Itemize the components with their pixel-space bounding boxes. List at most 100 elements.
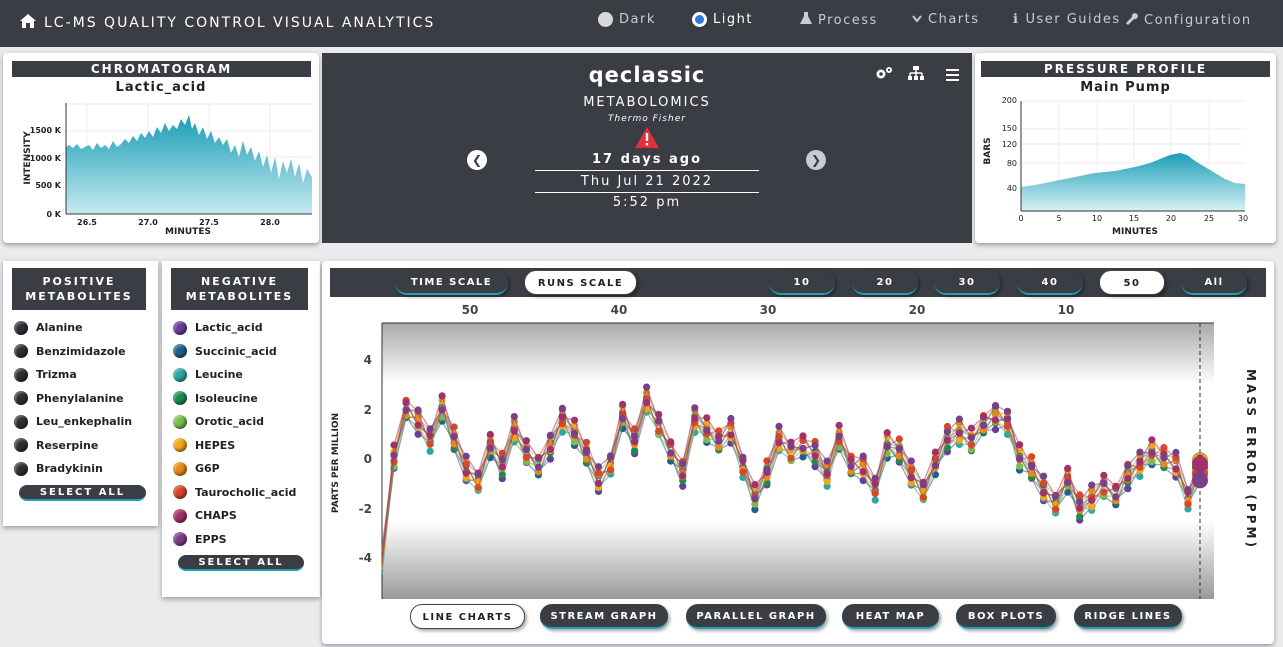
settings-cogs-icon[interactable] (875, 65, 893, 84)
series-point[interactable] (450, 433, 458, 441)
series-point[interactable] (607, 452, 615, 460)
negative-metabolite-item[interactable]: CHAPS (173, 504, 320, 528)
series-point[interactable] (1124, 462, 1132, 470)
series-point[interactable] (1184, 500, 1192, 508)
positive-metabolite-item[interactable]: Alanine (14, 316, 158, 340)
series-point[interactable] (402, 399, 410, 407)
series-point[interactable] (955, 429, 964, 437)
series-point[interactable] (498, 471, 506, 479)
series-point[interactable] (835, 432, 843, 440)
series-point[interactable] (438, 392, 446, 400)
series-point[interactable] (643, 399, 651, 407)
series-point[interactable] (1124, 475, 1132, 483)
theme-light-option[interactable]: Light (692, 12, 753, 27)
chart-tab-ridge-lines[interactable]: RIDGE LINES (1074, 604, 1182, 629)
series-point[interactable] (522, 445, 530, 453)
series-point[interactable] (607, 466, 615, 474)
series-point[interactable] (1148, 458, 1156, 466)
series-point[interactable] (931, 461, 940, 470)
series-point[interactable] (859, 452, 867, 460)
series-point[interactable] (1160, 460, 1168, 468)
series-point[interactable] (895, 444, 903, 452)
series-point[interactable] (594, 479, 603, 488)
negative-metabolite-item[interactable]: G6P (173, 457, 320, 481)
series-point[interactable] (727, 431, 735, 439)
series-point[interactable] (931, 448, 940, 456)
series-point[interactable] (1064, 464, 1072, 472)
chart-tab-parallel-graph[interactable]: PARALLEL GRAPH (686, 604, 826, 629)
series-point[interactable] (1016, 454, 1024, 462)
chart-tab-box-plots[interactable]: BOX PLOTS (956, 604, 1056, 629)
series-point[interactable] (703, 426, 711, 434)
negative-metabolite-item[interactable]: Succinic_acid (173, 340, 320, 364)
series-point[interactable] (486, 444, 494, 452)
series-point[interactable] (991, 416, 1000, 424)
series-point[interactable] (390, 451, 398, 459)
series-point[interactable] (895, 435, 903, 443)
series-point[interactable] (787, 443, 795, 451)
series-point[interactable] (474, 483, 482, 492)
series-point[interactable] (799, 432, 807, 440)
series-point[interactable] (1100, 488, 1108, 496)
series-point[interactable] (1148, 449, 1156, 457)
series-point[interactable] (643, 383, 651, 391)
series-point[interactable] (1172, 448, 1180, 456)
series-point[interactable] (715, 437, 723, 445)
series-point[interactable] (546, 431, 554, 440)
series-point[interactable] (438, 406, 446, 414)
positive-metabolite-item[interactable]: Phenylalanine (14, 387, 158, 411)
series-point[interactable] (967, 434, 976, 442)
series-point[interactable] (991, 402, 1000, 410)
negative-metabolite-item[interactable]: Orotic_acid (173, 410, 320, 434)
latest-run-point[interactable] (1192, 472, 1208, 489)
series-point[interactable] (979, 413, 988, 421)
negative-metabolite-item[interactable]: HEPES (173, 434, 320, 458)
series-point[interactable] (811, 452, 819, 460)
series-point[interactable] (919, 493, 927, 501)
series-point[interactable] (1136, 458, 1144, 466)
series-point[interactable] (1076, 513, 1084, 521)
series-point[interactable] (426, 447, 434, 455)
menu-icon[interactable] (946, 66, 959, 85)
series-point[interactable] (967, 441, 976, 449)
series-point[interactable] (510, 413, 518, 421)
series-point[interactable] (871, 489, 879, 497)
positive-metabolite-item[interactable]: Bradykinin (14, 457, 158, 481)
series-point[interactable] (1112, 493, 1120, 501)
negative-select-all-button[interactable]: SELECT ALL (178, 555, 304, 571)
negative-metabolite-item[interactable]: Isoleucine (173, 387, 320, 411)
series-point[interactable] (462, 469, 470, 477)
series-point[interactable] (823, 457, 831, 465)
series-point[interactable] (727, 414, 735, 423)
negative-metabolite-item[interactable]: Taurocholic_acid (173, 481, 320, 505)
series-point[interactable] (414, 421, 422, 429)
negative-metabolite-item[interactable]: EPPS (173, 528, 320, 552)
series-point[interactable] (570, 416, 579, 424)
series-point[interactable] (1040, 472, 1048, 480)
series-point[interactable] (691, 404, 699, 412)
series-point[interactable] (1064, 478, 1072, 487)
series-point[interactable] (1160, 454, 1168, 462)
series-point[interactable] (546, 445, 554, 453)
chart-tab-heat-map[interactable]: HEAT MAP (842, 604, 939, 629)
series-point[interactable] (1184, 486, 1192, 494)
series-point[interactable] (414, 406, 422, 414)
series-point[interactable] (1088, 496, 1096, 504)
series-point[interactable] (1040, 489, 1048, 497)
series-point[interactable] (679, 472, 687, 480)
series-point[interactable] (991, 426, 1000, 434)
series-point[interactable] (1076, 504, 1084, 512)
series-point[interactable] (667, 449, 675, 457)
warning-icon[interactable] (635, 127, 659, 152)
series-point[interactable] (1016, 462, 1024, 470)
series-point[interactable] (859, 468, 867, 476)
series-point[interactable] (474, 470, 482, 478)
series-point[interactable] (703, 414, 711, 422)
series-point[interactable] (871, 496, 879, 504)
series-point[interactable] (823, 470, 831, 478)
series-point[interactable] (655, 417, 663, 425)
series-point[interactable] (462, 452, 470, 460)
positive-metabolite-item[interactable]: Trizma (14, 363, 158, 387)
series-point[interactable] (510, 427, 518, 435)
negative-metabolite-item[interactable]: Lactic_acid (173, 316, 320, 340)
